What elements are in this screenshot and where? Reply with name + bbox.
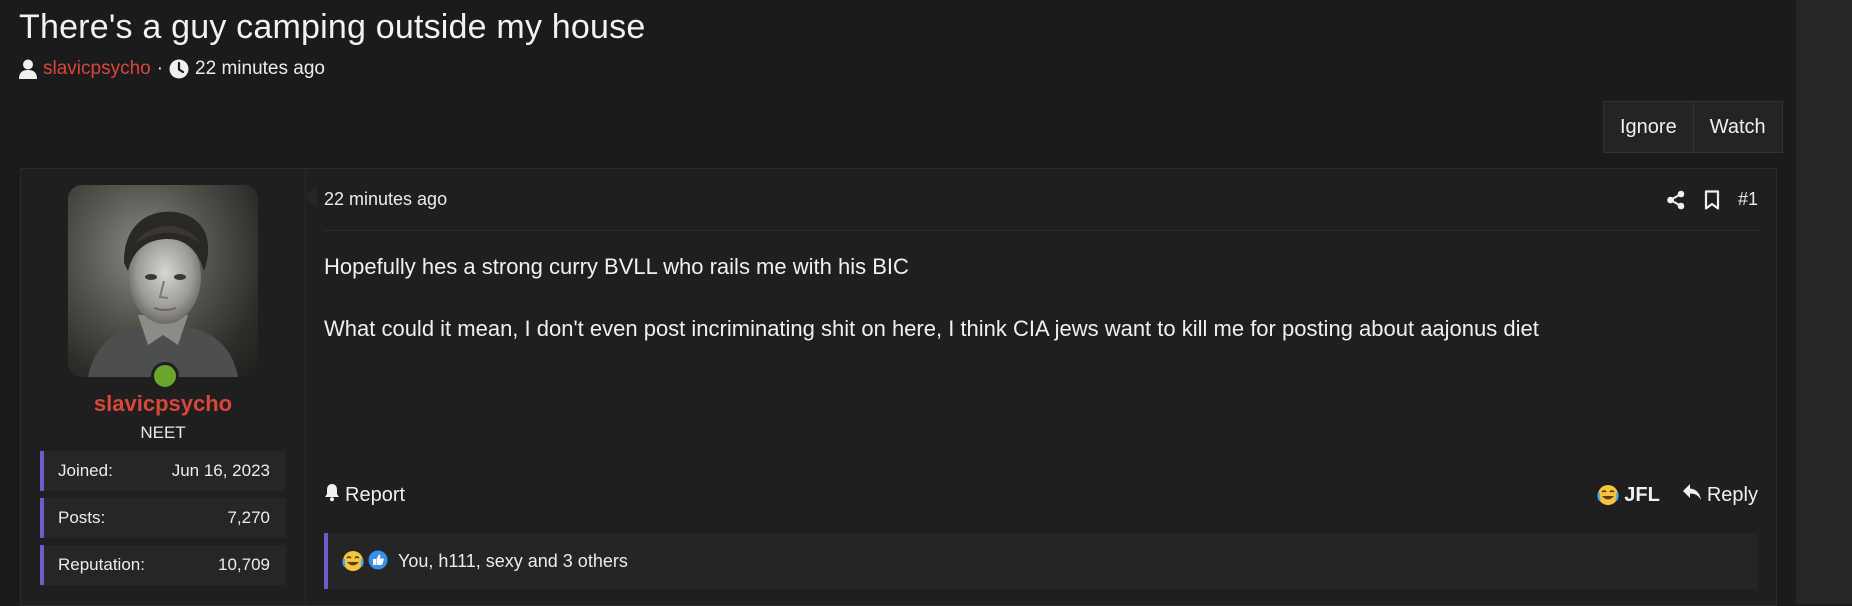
- user-title: NEET: [140, 423, 186, 442]
- page-title: There's a guy camping outside my house: [19, 8, 646, 46]
- post: slavicpsycho NEET Joined: Jun 16, 2023 P…: [20, 168, 1777, 606]
- bell-icon: [324, 483, 340, 508]
- stat-value: 10,709: [218, 555, 270, 574]
- reactions-text: You, h111, sexy and 3 others: [398, 550, 628, 571]
- stat-value: Jun 16, 2023: [171, 461, 270, 480]
- post-user-panel: slavicpsycho NEET Joined: Jun 16, 2023 P…: [21, 169, 306, 605]
- online-status-indicator: [151, 362, 179, 390]
- stat-joined: Joined: Jun 16, 2023: [40, 451, 286, 491]
- post-username[interactable]: slavicpsycho: [21, 391, 305, 417]
- stat-label: Joined:: [58, 461, 113, 480]
- react-label: JFL: [1624, 483, 1660, 506]
- laughing-crying-emoji-icon: [342, 550, 364, 572]
- thread-author-link[interactable]: slavicpsycho: [43, 58, 151, 80]
- reply-icon: [1682, 483, 1702, 507]
- clock-icon: [169, 59, 189, 79]
- watch-button[interactable]: Watch: [1692, 102, 1782, 152]
- reply-button[interactable]: Reply: [1682, 483, 1758, 507]
- report-label: Report: [345, 483, 406, 506]
- stat-value: 7,270: [227, 508, 270, 527]
- react-button[interactable]: JFL: [1597, 484, 1660, 507]
- stat-reputation: Reputation: 10,709: [40, 545, 286, 585]
- post-header: 22 minutes ago #1: [324, 169, 1758, 231]
- thread-actions: Ignore Watch: [1603, 101, 1783, 153]
- reactions-summary[interactable]: You, h111, sexy and 3 others: [324, 533, 1758, 589]
- post-actions: Report JFL Reply: [324, 479, 1758, 511]
- post-actions-right: JFL Reply: [1597, 483, 1758, 507]
- share-icon[interactable]: [1666, 190, 1686, 210]
- ignore-button[interactable]: Ignore: [1604, 102, 1693, 152]
- stat-label: Reputation:: [58, 555, 145, 574]
- report-button[interactable]: Report: [324, 483, 405, 508]
- meta-separator: ·: [156, 58, 164, 79]
- avatar[interactable]: [68, 185, 258, 377]
- post-paragraph: What could it mean, I don't even post in…: [324, 316, 1539, 341]
- thumbs-up-icon: [368, 550, 390, 572]
- post-body: Hopefully hes a strong curry BVLL who ra…: [324, 251, 1758, 375]
- thread-meta: slavicpsycho · 22 minutes ago: [19, 58, 325, 80]
- user-icon: [19, 59, 37, 79]
- stat-posts: Posts: 7,270: [40, 498, 286, 538]
- stat-label: Posts:: [58, 508, 106, 527]
- thread-time: 22 minutes ago: [195, 58, 325, 79]
- bookmark-icon[interactable]: [1704, 189, 1720, 210]
- post-header-actions: #1: [1666, 189, 1758, 210]
- post-date[interactable]: 22 minutes ago: [324, 189, 447, 210]
- post-number-link[interactable]: #1: [1738, 189, 1758, 210]
- avatar-image: [88, 211, 238, 377]
- scrollbar-track[interactable]: [1796, 0, 1852, 604]
- laughing-crying-emoji-icon: [1597, 484, 1619, 506]
- post-paragraph: Hopefully hes a strong curry BVLL who ra…: [324, 254, 909, 279]
- reply-label: Reply: [1706, 483, 1758, 506]
